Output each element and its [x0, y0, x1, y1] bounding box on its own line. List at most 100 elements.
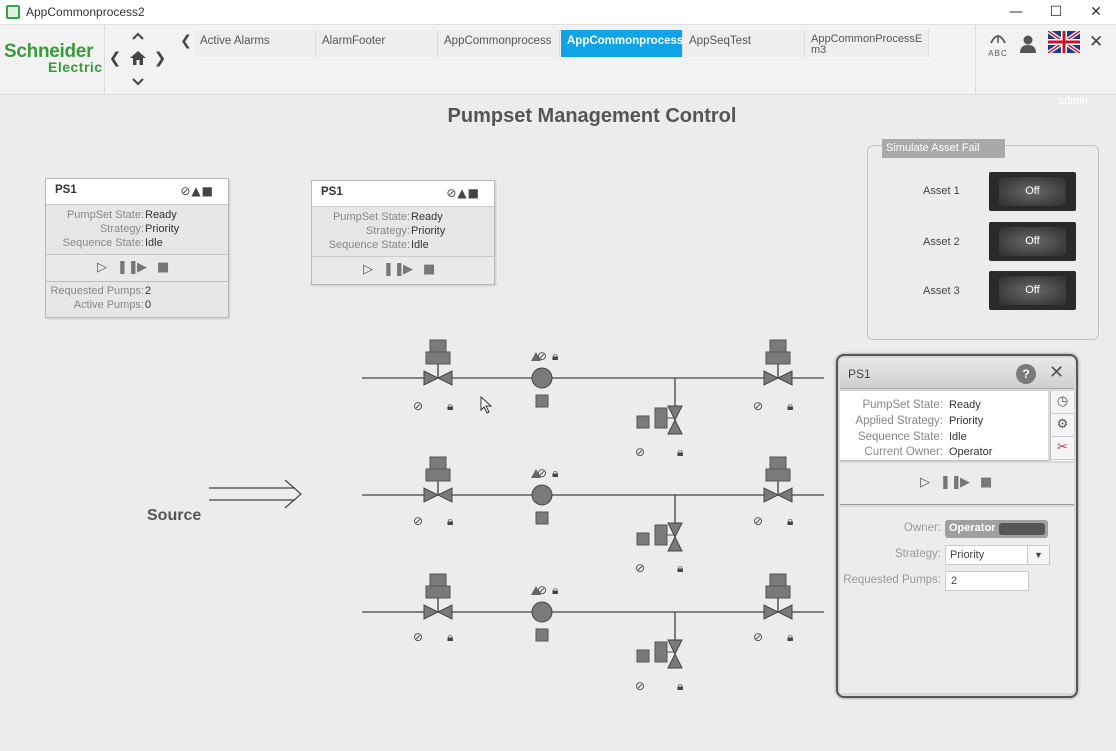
nav-up-button[interactable] [126, 27, 150, 45]
user-button[interactable] [1018, 34, 1040, 56]
card-controls: ▷ ❚❚ ▶ ■ [46, 255, 228, 282]
stop-icon[interactable]: ■ [980, 475, 992, 490]
card-info: PumpSet State: Ready Strategy: Priority … [312, 207, 494, 257]
tab-appcommonprocess2[interactable]: AppCommonprocess2 [561, 30, 690, 57]
faceplate-settings: Owner: Operator Strategy: Priority ▼ Req… [840, 507, 1074, 693]
tab-appcommonprocess[interactable]: AppCommonprocess [438, 30, 560, 57]
close-window-button[interactable]: ✕ [1076, 0, 1116, 25]
applied-strategy-label: Applied Strategy: [855, 415, 943, 427]
card-header: PS1 ⊘▲■ [46, 179, 228, 205]
svg-text:⊘: ⊘ [753, 514, 763, 528]
stop-icon[interactable]: ■ [423, 262, 435, 277]
svg-text:⊘: ⊘ [413, 399, 423, 413]
faceplate-close-button[interactable]: ✕ [1049, 362, 1064, 383]
faceplate-title: PS1 [848, 367, 871, 381]
minimize-button[interactable]: — [996, 0, 1036, 25]
nav-prev-button[interactable]: ❮ [106, 49, 124, 67]
uk-flag-icon [1046, 29, 1082, 55]
owner-toggle[interactable]: Operator [945, 520, 1048, 538]
pumpset-card-1[interactable]: PS1 ⊘▲■ PumpSet State: Ready Strategy: P… [45, 178, 229, 318]
svg-text:🔒︎: 🔒︎ [447, 630, 453, 644]
tab-scroll-left-button[interactable]: ❮ [178, 33, 194, 49]
current-owner-value: Operator [949, 446, 993, 458]
operator-icon[interactable]: ⚙ [1051, 414, 1074, 437]
active-label: Active Pumps: [73, 299, 144, 311]
pause-icon[interactable]: ❚❚ [383, 262, 405, 277]
antenna-icon [990, 35, 1006, 44]
inlet-valve-2[interactable] [423, 456, 453, 503]
tools-icon[interactable]: ✂ [1051, 437, 1074, 460]
requested-pumps-input[interactable]: 2 [945, 571, 1029, 591]
svg-text:🔒︎: 🔒︎ [677, 561, 683, 575]
svg-text:🔒︎: 🔒︎ [447, 399, 453, 413]
chevron-down-icon [132, 78, 144, 86]
status-icons: ⊘▲■ [446, 186, 480, 200]
tab-active-alarms[interactable]: Active Alarms [194, 30, 316, 57]
strategy-select-value: Priority [950, 549, 985, 561]
faceplate-info: PumpSet State: Ready Applied Strategy: P… [840, 391, 1048, 461]
gauge-icon[interactable]: ◷ [1051, 391, 1074, 414]
asset-3-toggle[interactable]: Off [989, 271, 1076, 310]
svg-text:🔒︎: 🔒︎ [552, 349, 558, 363]
maximize-button[interactable]: ☐ [1036, 0, 1076, 25]
sequence-value: Idle [411, 239, 429, 251]
asset-1-toggle[interactable]: Off [989, 172, 1076, 211]
svg-text:⊘: ⊘ [753, 399, 763, 413]
stop-icon[interactable]: ■ [157, 260, 169, 275]
logo-line2: Electric [48, 59, 103, 75]
card-name: PS1 [55, 184, 77, 196]
start-icon[interactable]: ▷ [363, 262, 373, 277]
tab-appcommonprocesse-m3[interactable]: AppCommonProcessE m3 [805, 30, 929, 57]
bypass-valve-1[interactable] [636, 405, 683, 435]
state-label: PumpSet State: [66, 209, 144, 221]
nav-next-button[interactable]: ❯ [151, 49, 169, 67]
pumpset-faceplate: PS1 ? ✕ PumpSet State: Ready Applied Str… [836, 354, 1078, 698]
schneider-logo: Schneider Electric [4, 42, 103, 74]
bypass-valve-3[interactable] [636, 639, 683, 669]
applied-strategy-value: Priority [949, 415, 984, 427]
outlet-valve-3[interactable] [763, 573, 793, 620]
inlet-valve-1[interactable] [423, 339, 453, 386]
help-button[interactable]: ? [1016, 364, 1036, 384]
window-title: AppCommonprocess2 [26, 5, 145, 19]
tab-appseqtest[interactable]: AppSeqTest [683, 30, 805, 57]
close-app-button[interactable]: ✕ [1089, 32, 1103, 52]
home-icon [130, 51, 146, 65]
nav-down-button[interactable] [126, 73, 150, 91]
svg-text:🔒︎: 🔒︎ [787, 399, 793, 413]
pause-icon[interactable]: ❚❚ [940, 475, 962, 490]
inlet-valve-3[interactable] [423, 573, 453, 620]
faceplate-side-tools: ◷ ⚙ ✂ [1050, 391, 1074, 461]
asset-2-toggle[interactable]: Off [989, 222, 1076, 261]
language-button[interactable] [1046, 29, 1082, 55]
outlet-valve-1[interactable] [763, 339, 793, 386]
active-value: 0 [145, 299, 152, 311]
start-icon[interactable]: ▷ [97, 260, 107, 275]
svg-text:🔒︎: 🔒︎ [787, 514, 793, 528]
tab-alarm-footer[interactable]: AlarmFooter [316, 30, 438, 57]
start-icon[interactable]: ▷ [920, 475, 930, 490]
step-icon[interactable]: ▶ [403, 262, 413, 277]
strategy-select[interactable]: Priority ▼ [945, 545, 1050, 565]
chevron-down-icon: ▼ [1027, 546, 1049, 564]
state-value: Ready [411, 211, 443, 223]
card-header: PS1 ⊘▲■ [312, 181, 494, 207]
requested-value: 2 [145, 285, 152, 297]
keyboard-button[interactable]: ABC [982, 31, 1014, 58]
asset-2-label: Asset 2 [923, 236, 960, 248]
page-title: Pumpset Management Control [447, 105, 737, 127]
svg-text:⊘: ⊘ [537, 583, 547, 597]
state-label: PumpSet State: [862, 399, 943, 411]
pumpset-card-2[interactable]: PS1 ⊘▲■ PumpSet State: Ready Strategy: P… [311, 180, 495, 285]
outlet-valve-2[interactable] [763, 456, 793, 503]
bypass-valve-2[interactable] [636, 522, 683, 552]
step-icon[interactable]: ▶ [137, 260, 147, 275]
sequence-value: Idle [949, 431, 967, 443]
home-button[interactable] [128, 49, 148, 71]
step-icon[interactable]: ▶ [960, 475, 970, 490]
svg-text:⊘: ⊘ [635, 445, 645, 459]
keyboard-label: ABC [988, 49, 1008, 58]
pause-icon[interactable]: ❚❚ [117, 260, 139, 275]
toggle-knob [999, 523, 1045, 535]
sequence-value: Idle [145, 237, 163, 249]
